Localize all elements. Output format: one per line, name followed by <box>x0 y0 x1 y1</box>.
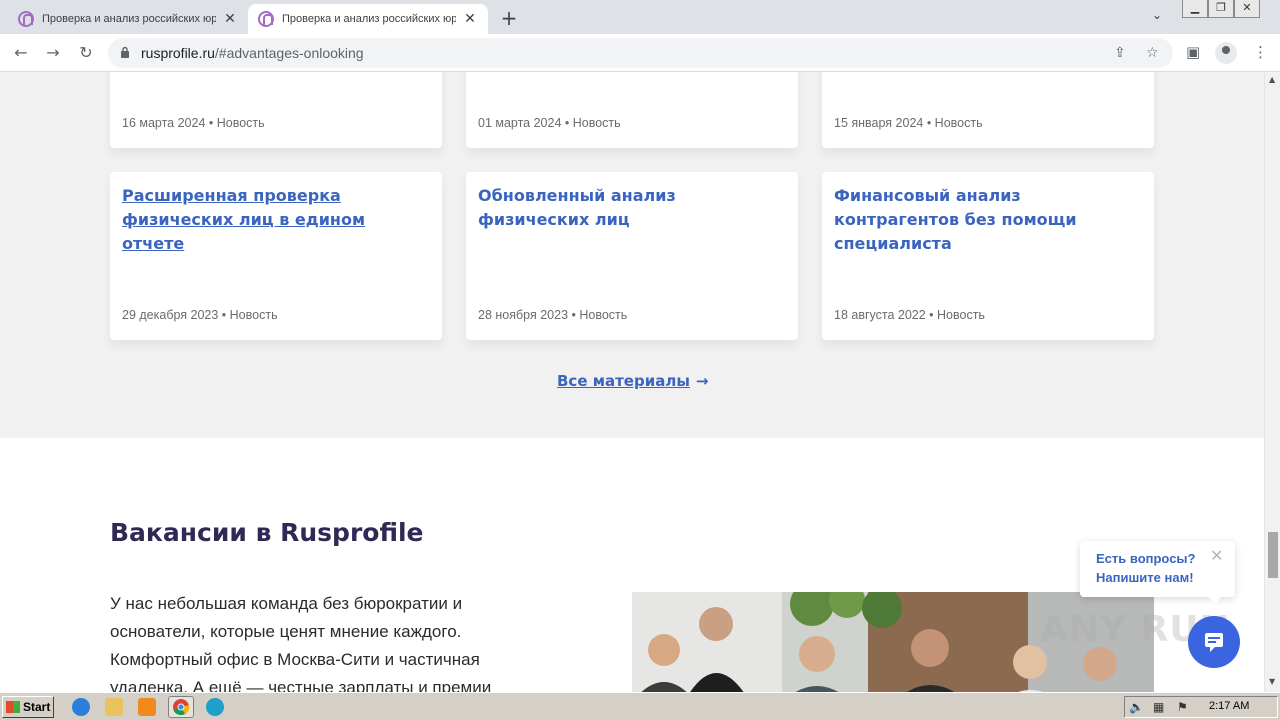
news-card[interactable]: 15 января 2024 • Новость <box>822 72 1154 148</box>
restore-button[interactable]: ❐ <box>1208 0 1234 18</box>
vacancies-section: Вакансии в Rusprofile У нас небольшая ко… <box>0 438 1264 692</box>
close-window-button[interactable]: ✕ <box>1234 0 1260 18</box>
windows-logo-icon <box>6 701 20 713</box>
network-icon[interactable]: ▦ <box>1153 700 1164 714</box>
back-arrow-icon[interactable]: ← <box>10 42 32 64</box>
rusprofile-favicon-icon <box>258 11 274 27</box>
system-clock: 2:17 AM <box>1209 700 1250 712</box>
scrollbar-thumb[interactable] <box>1268 532 1278 578</box>
reload-icon[interactable]: ↻ <box>75 42 97 64</box>
share-icon[interactable]: ⇪ <box>1114 45 1126 61</box>
tab-title: Проверка и анализ российских юр <box>282 13 456 25</box>
news-card[interactable]: Расширенная проверка физических лиц в ед… <box>110 172 442 340</box>
vacancies-title: Вакансии в Rusprofile <box>110 518 424 547</box>
tab-title: Проверка и анализ российских юр <box>42 13 216 25</box>
url-host: rusprofile.ru <box>141 45 215 61</box>
url-path: /#advantages-onlooking <box>214 45 364 61</box>
news-meta: 18 августа 2022 • Новость <box>834 308 985 322</box>
window-controls: ▁ ❐ ✕ <box>1182 0 1260 18</box>
browser-tab-2[interactable]: Проверка и анализ российских юр ✕ <box>248 4 488 34</box>
chat-prompt-line1: Есть вопросы? <box>1096 551 1196 566</box>
news-card[interactable]: Финансовый анализ контрагентов без помощ… <box>822 172 1154 340</box>
tab-search-chevron-icon[interactable]: ⌄ <box>1152 8 1162 22</box>
kebab-menu-icon[interactable]: ⋮ <box>1253 43 1268 61</box>
url-text: rusprofile.ru/#advantages-onlooking <box>141 45 364 61</box>
news-title-link[interactable]: Обновленный анализ физических лиц <box>478 184 786 232</box>
scroll-up-arrow-icon[interactable]: ▲ <box>1269 75 1275 84</box>
profile-avatar-icon[interactable] <box>1215 42 1237 64</box>
lock-icon <box>121 46 129 58</box>
close-tab-icon[interactable]: ✕ <box>222 11 238 27</box>
chat-close-icon[interactable]: ✕ <box>1210 546 1223 565</box>
browser-tab-bar: Проверка и анализ российских юр ✕ Провер… <box>0 0 1280 34</box>
news-meta: 28 ноября 2023 • Новость <box>478 308 628 322</box>
news-title-link[interactable]: Расширенная проверка физических лиц в ед… <box>122 184 430 256</box>
page-viewport: 16 марта 2024 • Новость 01 марта 2024 • … <box>0 72 1264 692</box>
all-materials-label: Все материалы <box>557 372 690 390</box>
edge-icon[interactable] <box>206 698 224 716</box>
forward-arrow-icon[interactable]: → <box>42 42 64 64</box>
file-explorer-icon[interactable] <box>105 698 123 716</box>
action-center-flag-icon[interactable]: ⚑ <box>1177 700 1188 714</box>
chrome-icon <box>173 699 190 716</box>
news-card[interactable]: 16 марта 2024 • Новость <box>110 72 442 148</box>
chat-prompt-text: Есть вопросы? Напишите нам! <box>1096 549 1195 587</box>
vacancies-text: У нас небольшая команда без бюрократии и… <box>110 594 492 692</box>
browser-tab-1[interactable]: Проверка и анализ российских юр ✕ <box>8 4 248 34</box>
system-tray: 🔈 ▦ ⚑ 2:17 AM <box>1124 696 1278 718</box>
news-card[interactable]: Обновленный анализ физических лиц 28 ноя… <box>466 172 798 340</box>
news-meta: 15 января 2024 • Новость <box>834 116 983 130</box>
news-meta: 29 декабря 2023 • Новость <box>122 308 278 322</box>
volume-icon[interactable]: 🔈 <box>1129 700 1144 714</box>
rusprofile-favicon-icon <box>18 11 34 27</box>
browser-toolbar: ← → ↻ rusprofile.ru/#advantages-onlookin… <box>0 34 1280 72</box>
internet-explorer-icon[interactable] <box>72 698 90 716</box>
new-tab-button[interactable]: + <box>498 6 520 30</box>
chat-button[interactable] <box>1188 616 1240 668</box>
minimize-button[interactable]: ▁ <box>1182 0 1208 18</box>
page-scrollbar[interactable]: ▲ ▼ <box>1264 72 1280 692</box>
start-label: Start <box>23 700 51 714</box>
chat-prompt-bubble[interactable]: Есть вопросы? Напишите нам! ✕ <box>1080 541 1235 604</box>
close-tab-icon[interactable]: ✕ <box>462 11 478 27</box>
bookmark-star-icon[interactable]: ☆ <box>1146 45 1159 61</box>
news-meta: 01 марта 2024 • Новость <box>478 116 621 130</box>
news-meta: 16 марта 2024 • Новость <box>122 116 265 130</box>
windows-taskbar: Start 🔈 ▦ ⚑ 2:17 AM <box>0 692 1280 720</box>
all-materials-link[interactable]: Все материалы → <box>557 372 708 390</box>
chat-message-icon <box>1205 633 1223 652</box>
media-player-icon[interactable] <box>138 698 156 716</box>
start-button[interactable]: Start <box>2 696 54 718</box>
chrome-taskbar-button[interactable] <box>168 696 194 718</box>
news-card[interactable]: 01 марта 2024 • Новость <box>466 72 798 148</box>
address-bar[interactable]: rusprofile.ru/#advantages-onlooking ⇪ ☆ <box>108 38 1173 68</box>
side-panel-icon[interactable]: ▣ <box>1186 43 1200 61</box>
chat-prompt-line2: Напишите нам! <box>1096 570 1194 585</box>
arrow-right-icon: → <box>695 372 709 390</box>
news-title-link[interactable]: Финансовый анализ контрагентов без помощ… <box>834 184 1142 256</box>
scroll-down-arrow-icon[interactable]: ▼ <box>1269 677 1275 686</box>
